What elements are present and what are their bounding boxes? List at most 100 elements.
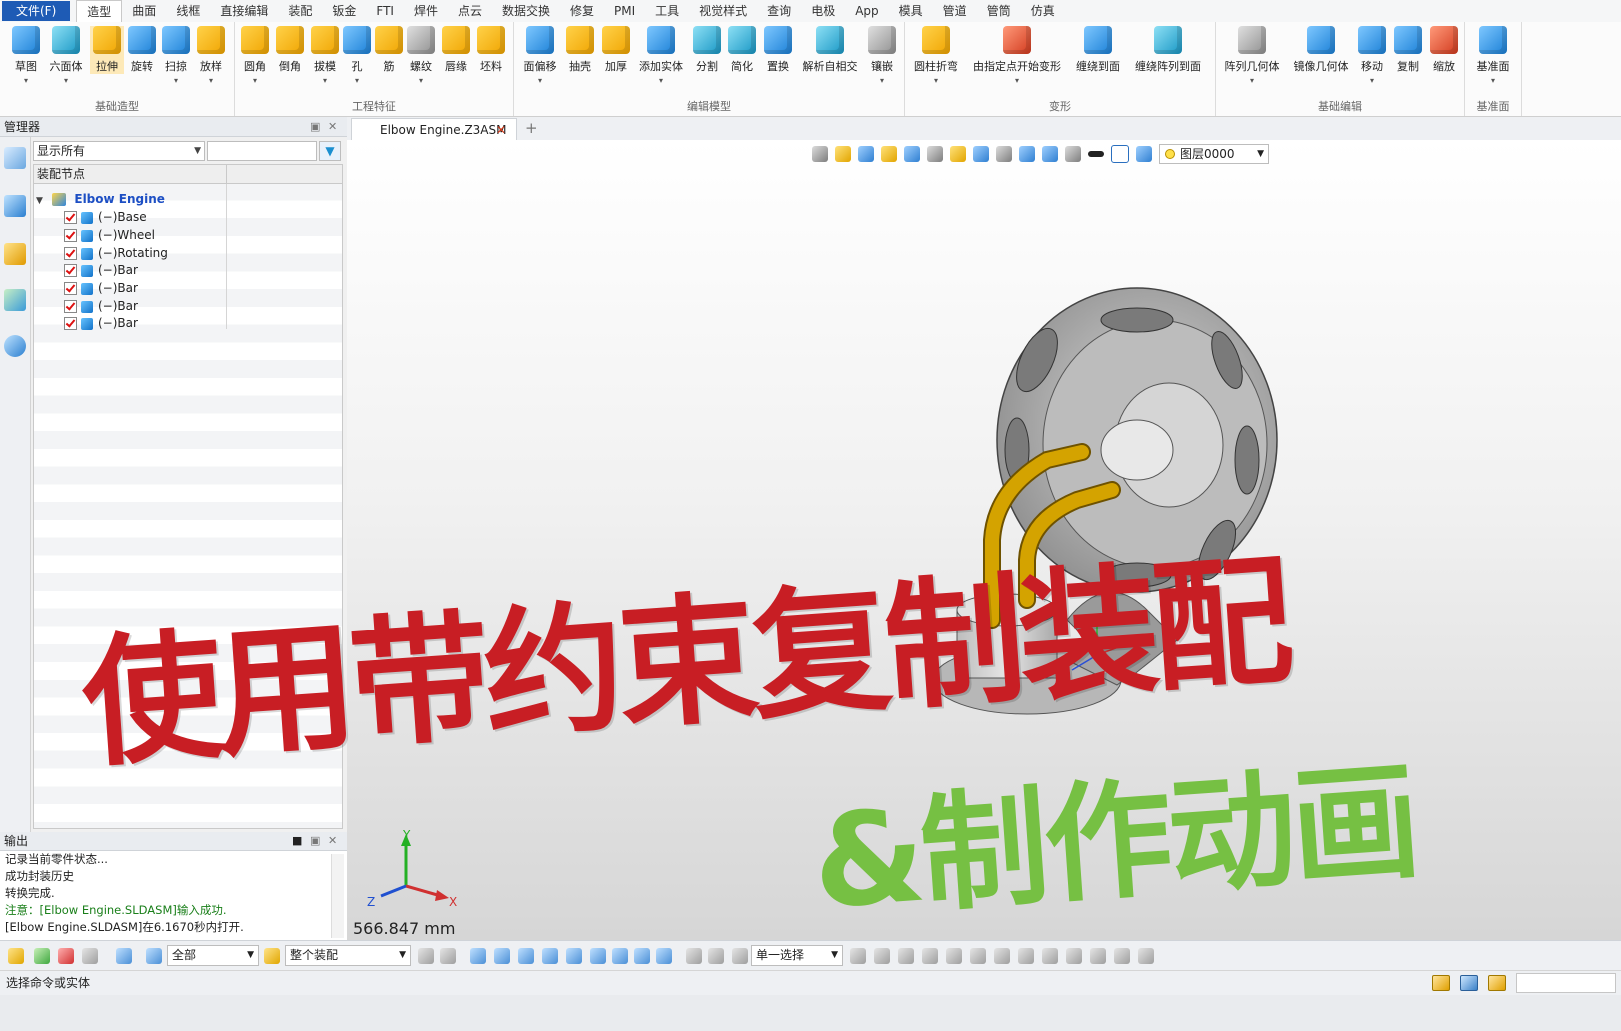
assembly-tree-icon[interactable]	[4, 195, 26, 217]
self-intersect-button[interactable]: 解析自相交	[800, 26, 860, 74]
select-sketch-icon[interactable]	[590, 948, 606, 964]
menu-tab-assembly[interactable]: 装配	[278, 0, 322, 22]
snap-curve-icon[interactable]	[1066, 948, 1082, 964]
move-button[interactable]: 移动 ▾	[1356, 26, 1388, 85]
thread-button[interactable]: 螺纹 ▾	[405, 26, 437, 85]
add-solid-button[interactable]: 添加实体 ▾	[636, 26, 686, 85]
tree-item-rotating[interactable]: (−)Rotating	[64, 245, 168, 262]
menu-tab-modeling[interactable]: 造型	[76, 0, 123, 22]
snap-perp-icon[interactable]	[1042, 948, 1058, 964]
sketch-button[interactable]: 草图 ▾	[8, 26, 44, 85]
snap-intersect-icon[interactable]	[1090, 948, 1106, 964]
stop-icon[interactable]	[732, 948, 748, 964]
close-icon[interactable]: ✕	[328, 117, 337, 137]
visibility-checkbox[interactable]	[64, 282, 77, 295]
menu-tab-visual-style[interactable]: 视觉样式	[689, 0, 757, 22]
dock-icon[interactable]: ■	[292, 832, 302, 850]
shell-button[interactable]: 抽壳	[564, 26, 596, 74]
sweep-button[interactable]: 扫掠 ▾	[160, 26, 192, 85]
emboss-button[interactable]: 镶嵌 ▾	[866, 26, 898, 85]
part-icon[interactable]	[4, 243, 26, 265]
pick-arrow-icon[interactable]	[8, 948, 24, 964]
chamfer-button[interactable]: 倒角	[274, 26, 306, 74]
menu-tab-mold[interactable]: 模具	[889, 0, 933, 22]
menu-tab-sheetmetal[interactable]: 钣金	[322, 0, 366, 22]
document-tab[interactable]: Elbow Engine.Z3ASM ✕	[351, 118, 517, 140]
stock-button[interactable]: 坯料	[475, 26, 507, 74]
lip-button[interactable]: 唇缘	[440, 26, 472, 74]
menu-tab-repair[interactable]: 修复	[560, 0, 604, 22]
new-tab-icon[interactable]: +	[525, 119, 538, 137]
loft-button[interactable]: 放样 ▾	[195, 26, 227, 85]
cylinder-bend-button[interactable]: 圆柱折弯 ▾	[911, 26, 961, 85]
draft-button[interactable]: 拔模 ▾	[309, 26, 341, 85]
snap-arc-icon[interactable]	[1018, 948, 1034, 964]
bracket-icon[interactable]	[708, 948, 724, 964]
extrude-button[interactable]: 拉伸	[90, 26, 124, 74]
select-point-icon[interactable]	[470, 948, 486, 964]
visibility-checkbox[interactable]	[64, 317, 77, 330]
select-edge-icon[interactable]	[494, 948, 510, 964]
tree-item-bar[interactable]: (−)Bar	[64, 280, 138, 297]
lock-icon[interactable]	[440, 948, 456, 964]
select-body-icon[interactable]	[542, 948, 558, 964]
scope-select[interactable]: 整个装配 ▼	[285, 945, 411, 966]
thicken-button[interactable]: 加厚	[600, 26, 632, 74]
select-mode-select[interactable]: 单一选择 ▼	[751, 945, 843, 966]
status-input[interactable]	[1516, 973, 1616, 993]
menu-tab-pointcloud[interactable]: 点云	[448, 0, 492, 22]
wrap-to-face-button[interactable]: 缠绕到面	[1073, 26, 1123, 74]
revolve-button[interactable]: 旋转	[126, 26, 158, 74]
filter-search-input[interactable]	[207, 141, 317, 161]
close-tab-icon[interactable]: ✕	[496, 119, 506, 141]
pin-icon[interactable]: ▣	[310, 832, 320, 850]
menu-tab-query[interactable]: 查询	[757, 0, 801, 22]
tree-item-bar[interactable]: (−)Bar	[64, 315, 138, 332]
menu-tab-weldment[interactable]: 焊件	[404, 0, 448, 22]
split-button[interactable]: 分割	[692, 26, 722, 74]
visibility-checkbox[interactable]	[64, 211, 77, 224]
pattern-geometry-button[interactable]: 阵列几何体 ▾	[1222, 26, 1282, 85]
menu-tab-data-exchange[interactable]: 数据交换	[492, 0, 560, 22]
face-offset-button[interactable]: 面偏移 ▾	[520, 26, 560, 85]
select-datum-icon[interactable]	[634, 948, 650, 964]
snap-quadrant-icon[interactable]	[1138, 948, 1154, 964]
display-filter-select[interactable]: 显示所有 ▼	[33, 141, 205, 161]
filter-chart-icon[interactable]	[146, 948, 162, 964]
select-component-icon[interactable]	[612, 948, 628, 964]
snap-mid-icon[interactable]	[874, 948, 890, 964]
snap-circle-icon[interactable]	[994, 948, 1010, 964]
history-clock-icon[interactable]	[686, 948, 702, 964]
menu-tab-app[interactable]: App	[845, 0, 888, 22]
tree-item-base[interactable]: (−)Base	[64, 209, 147, 226]
menu-tab-tube[interactable]: 管筒	[977, 0, 1021, 22]
fillet-button[interactable]: 圆角 ▾	[239, 26, 271, 85]
select-feature-icon[interactable]	[566, 948, 582, 964]
rib-button[interactable]: 筋	[375, 26, 403, 74]
datum-plane-button[interactable]: 基准面 ▾	[1471, 26, 1515, 85]
menu-tab-wireframe[interactable]: 线框	[166, 0, 210, 22]
remove-selection-icon[interactable]	[58, 948, 74, 964]
view-manager-icon[interactable]	[4, 289, 26, 311]
select-face-icon[interactable]	[518, 948, 534, 964]
user-icon[interactable]	[4, 335, 26, 357]
select-curve-icon[interactable]	[656, 948, 672, 964]
simplify-button[interactable]: 简化	[726, 26, 758, 74]
snap-grid-icon[interactable]	[922, 948, 938, 964]
hole-button[interactable]: 孔 ▾	[343, 26, 371, 85]
replace-button[interactable]: 置换	[762, 26, 794, 74]
assembly-scope-icon[interactable]	[264, 948, 280, 964]
filter-icon[interactable]: ▼	[319, 141, 341, 161]
snap-end-icon[interactable]	[850, 948, 866, 964]
snap-line-icon[interactable]	[946, 948, 962, 964]
menu-tab-direct-edit[interactable]: 直接编辑	[210, 0, 278, 22]
menu-tab-pmi[interactable]: PMI	[604, 0, 645, 22]
visibility-checkbox[interactable]	[64, 264, 77, 277]
add-selection-icon[interactable]	[34, 948, 50, 964]
close-icon[interactable]: ✕	[328, 832, 337, 850]
tree-item-bar[interactable]: (−)Bar	[64, 262, 138, 279]
filter-all-select[interactable]: 全部 ▼	[167, 945, 259, 966]
copy-button[interactable]: 复制	[1392, 26, 1424, 74]
status-toggle-icon[interactable]	[1432, 975, 1450, 991]
scale-button[interactable]: 缩放	[1428, 26, 1460, 74]
